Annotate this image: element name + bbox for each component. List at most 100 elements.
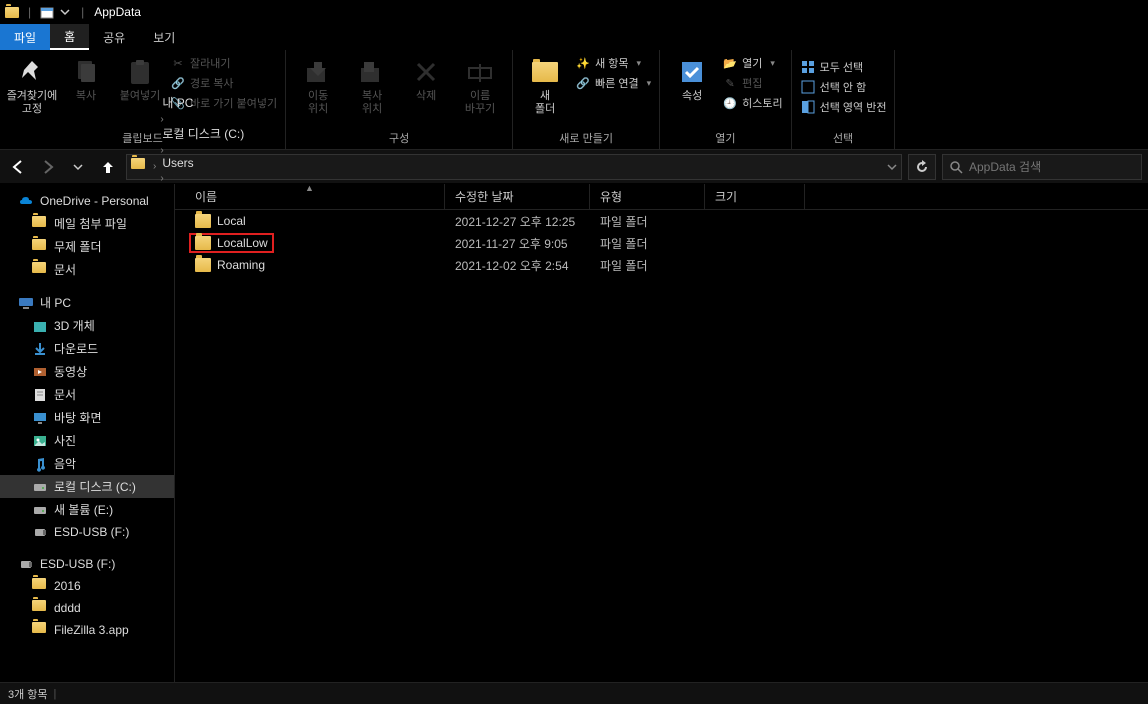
tab-view[interactable]: 보기 xyxy=(139,24,189,50)
picture-icon xyxy=(32,433,48,449)
folder-icon xyxy=(195,214,211,228)
folder-icon xyxy=(32,600,48,616)
invert-button[interactable]: 선택 영역 반전 xyxy=(798,98,889,116)
up-button[interactable] xyxy=(96,155,120,179)
newfolder-button[interactable]: 새 폴더 xyxy=(519,52,571,116)
nav-item[interactable]: 바탕 화면 xyxy=(0,406,174,429)
col-date[interactable]: 수정한 날짜 xyxy=(445,184,590,209)
file-row[interactable]: LocalLow2021-11-27 오후 9:05파일 폴더 xyxy=(175,232,1148,254)
chevron-right-icon[interactable]: › xyxy=(158,145,165,156)
refresh-button[interactable] xyxy=(908,154,936,180)
selectnone-button[interactable]: 선택 안 함 xyxy=(798,78,889,96)
nav-item[interactable]: 로컬 디스크 (C:) xyxy=(0,475,174,498)
copy-button[interactable]: 복사 xyxy=(60,52,112,103)
copypath-button[interactable]: 🔗경로 복사 xyxy=(168,74,279,92)
separator: | xyxy=(28,5,31,19)
navbar: › 내 PC›로컬 디스크 (C:)›Users›admin›AppData› xyxy=(0,150,1148,184)
group-label-open: 열기 xyxy=(666,127,784,149)
breadcrumb-segment[interactable]: 내 PC xyxy=(158,94,248,111)
delete-icon xyxy=(410,56,442,88)
window-title: AppData xyxy=(94,5,141,19)
download-icon xyxy=(32,341,48,357)
pin-button[interactable]: 즐겨찾기에 고정 xyxy=(6,52,58,116)
file-row[interactable]: Local2021-12-27 오후 12:25파일 폴더 xyxy=(175,210,1148,232)
folder-icon xyxy=(195,236,211,250)
edit-icon: ✎ xyxy=(722,75,738,91)
rename-button[interactable]: 이름 바꾸기 xyxy=(454,52,506,116)
statusbar: 3개 항목 | xyxy=(0,682,1148,704)
properties-qat-icon[interactable] xyxy=(39,4,55,20)
nav-item[interactable]: 사진 xyxy=(0,429,174,452)
nav-item[interactable]: 동영상 xyxy=(0,360,174,383)
nav-item[interactable]: 2016 xyxy=(0,575,174,597)
col-type[interactable]: 유형 xyxy=(590,184,705,209)
nav-pane[interactable]: OneDrive - Personal 메일 첨부 파일무제 폴더문서 내 PC… xyxy=(0,184,175,682)
file-date: 2021-11-27 오후 9:05 xyxy=(445,235,590,252)
open-button[interactable]: 📂열기▾ xyxy=(720,54,784,72)
group-label-new: 새로 만들기 xyxy=(519,127,653,149)
cloud-icon xyxy=(18,193,34,209)
history-button[interactable]: 🕘히스토리 xyxy=(720,94,784,112)
copyto-icon xyxy=(356,56,388,88)
nav-item[interactable]: dddd xyxy=(0,597,174,619)
col-name[interactable]: 이름▲ xyxy=(175,184,445,209)
nav-item[interactable]: 음악 xyxy=(0,452,174,475)
usb-icon xyxy=(32,524,48,540)
nav-item[interactable]: 무제 폴더 xyxy=(0,235,174,258)
file-name: Local xyxy=(217,214,246,228)
link-icon: 🔗 xyxy=(575,75,591,91)
delete-button[interactable]: 삭제 xyxy=(400,52,452,103)
edit-button[interactable]: ✎편집 xyxy=(720,74,784,92)
col-size[interactable]: 크기 xyxy=(705,184,805,209)
tab-file[interactable]: 파일 xyxy=(0,24,50,50)
group-label-organize: 구성 xyxy=(292,127,506,149)
ribbon-tabstrip: 파일 홈 공유 보기 xyxy=(0,24,1148,50)
folder-icon xyxy=(32,262,48,278)
copyto-button[interactable]: 복사 위치 xyxy=(346,52,398,116)
breadcrumb-segment[interactable]: Users xyxy=(158,156,248,170)
nav-item[interactable]: FileZilla 3.app xyxy=(0,619,174,641)
file-view: 이름▲ 수정한 날짜 유형 크기 Local2021-12-27 오후 12:2… xyxy=(175,184,1148,682)
nav-item[interactable]: ESD-USB (F:) xyxy=(0,521,174,543)
folder-icon xyxy=(131,158,149,176)
nav-usb[interactable]: ESD-USB (F:) xyxy=(0,553,174,575)
sort-indicator-icon: ▲ xyxy=(305,183,314,193)
nav-item[interactable]: 문서 xyxy=(0,383,174,406)
nav-onedrive[interactable]: OneDrive - Personal xyxy=(0,190,174,212)
tab-share[interactable]: 공유 xyxy=(89,24,139,50)
scissors-icon: ✂ xyxy=(170,55,186,71)
newfolder-icon xyxy=(529,56,561,88)
folder-icon xyxy=(195,258,211,272)
nav-item[interactable]: 3D 개체 xyxy=(0,314,174,337)
paste-icon xyxy=(124,56,156,88)
nav-thispc[interactable]: 내 PC xyxy=(0,291,174,314)
music-icon xyxy=(32,456,48,472)
search-box[interactable] xyxy=(942,154,1142,180)
properties-icon xyxy=(676,56,708,88)
nav-item[interactable]: 메일 첨부 파일 xyxy=(0,212,174,235)
selectall-button[interactable]: 모두 선택 xyxy=(798,58,889,76)
breadcrumb-segment[interactable]: 로컬 디스크 (C:) xyxy=(158,125,248,142)
nav-item[interactable]: 문서 xyxy=(0,258,174,281)
file-list[interactable]: Local2021-12-27 오후 12:25파일 폴더LocalLow202… xyxy=(175,210,1148,682)
addressbar[interactable]: › 내 PC›로컬 디스크 (C:)›Users›admin›AppData› xyxy=(126,154,902,180)
newitem-button[interactable]: ✨새 항목▾ xyxy=(573,54,653,72)
properties-button[interactable]: 속성 xyxy=(666,52,718,103)
recent-dropdown[interactable] xyxy=(66,155,90,179)
nav-item[interactable]: 새 볼륨 (E:) xyxy=(0,498,174,521)
tab-home[interactable]: 홈 xyxy=(50,24,89,50)
moveto-button[interactable]: 이동 위치 xyxy=(292,52,344,116)
back-button[interactable] xyxy=(6,155,30,179)
search-input[interactable] xyxy=(969,160,1135,174)
nav-item[interactable]: 다운로드 xyxy=(0,337,174,360)
folder-icon xyxy=(32,622,48,638)
forward-button[interactable] xyxy=(36,155,60,179)
chevron-down-icon[interactable] xyxy=(887,162,897,172)
chevron-down-icon[interactable] xyxy=(57,4,73,20)
easyaccess-button[interactable]: 🔗빠른 연결▾ xyxy=(573,74,653,92)
cut-button[interactable]: ✂잘라내기 xyxy=(168,54,279,72)
chevron-right-icon[interactable]: › xyxy=(158,114,165,125)
chevron-right-icon[interactable]: › xyxy=(158,173,165,184)
chevron-right-icon[interactable]: › xyxy=(151,161,158,172)
file-row[interactable]: Roaming2021-12-02 오후 2:54파일 폴더 xyxy=(175,254,1148,276)
